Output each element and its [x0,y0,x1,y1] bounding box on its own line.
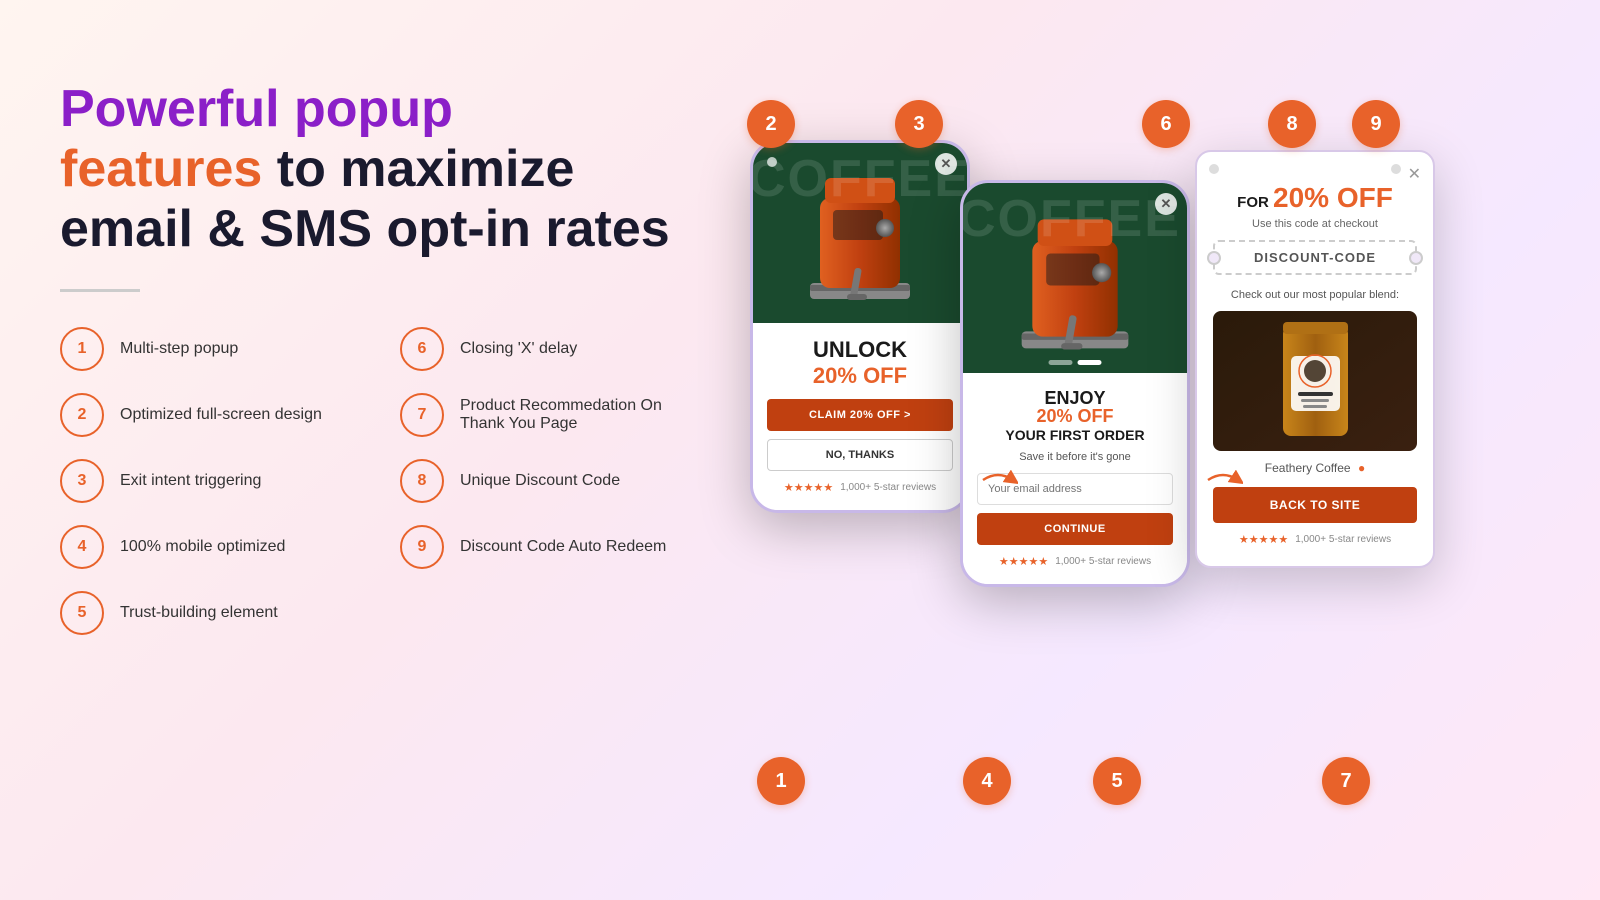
feature-number-5: 5 [60,591,104,635]
stars-row-2: ★★★★★ 1,000+ 5-star reviews [977,555,1173,568]
badge-2: 2 [747,100,795,148]
popup-1-image: COFFEE ✕ [753,143,967,323]
feature-number-6: 6 [400,327,444,371]
feature-item-1: 1 Multi-step popup [60,327,340,371]
left-panel: Powerful popup features to maximize emai… [60,80,680,635]
badge-9: 9 [1352,100,1400,148]
reviews-2: 1,000+ 5-star reviews [1055,556,1151,567]
popup-3: ✕ FOR 20% OFF Use this code at checkout … [1195,150,1435,568]
feathery-text: Feathery Coffee ● [1213,461,1417,475]
badge-6: 6 [1142,100,1190,148]
arrow-1 [978,460,1018,500]
feature-number-8: 8 [400,459,444,503]
feature-number-4: 4 [60,525,104,569]
features-grid: 1 Multi-step popup 6 Closing 'X' delay 2… [60,327,680,635]
feature-item-8: 8 Unique Discount Code [400,459,680,503]
badge-5: 5 [1093,757,1141,805]
popup-1-body: UNLOCK 20% OFF CLAIM 20% OFF > NO, THANK… [753,323,967,510]
feature-number-7: 7 [400,393,444,437]
headline-part3: to maximize [262,140,574,198]
feature-item-5: 5 Trust-building element [60,591,340,635]
feature-text-8: Unique Discount Code [460,472,620,490]
close-btn-3[interactable]: ✕ [1408,164,1421,184]
arrow-2 [1203,460,1243,500]
badge-4: 4 [963,757,1011,805]
popup-3-inner: ✕ FOR 20% OFF Use this code at checkout … [1195,150,1435,568]
popup3-use-text: Use this code at checkout [1213,218,1417,230]
feature-number-3: 3 [60,459,104,503]
claim-btn[interactable]: CLAIM 20% OFF > [767,399,953,431]
enjoy-text: ENJOY [977,389,1173,407]
feature-item-2: 2 Optimized full-screen design [60,393,340,437]
feature-text-4: 100% mobile optimized [120,538,285,556]
feature-text-5: Trust-building element [120,604,278,622]
popup-1-phone: COFFEE ✕ [750,140,970,513]
coffee-bag-img [1213,311,1417,451]
continue-btn[interactable]: CONTINUE [977,513,1173,545]
popup-2-image: COFFEE ✕ [963,183,1187,373]
feature-text-2: Optimized full-screen design [120,406,322,424]
feature-item-9: 9 Discount Code Auto Redeem [400,525,680,569]
feature-item-4: 4 100% mobile optimized [60,525,340,569]
feature-item-3: 3 Exit intent triggering [60,459,340,503]
badge-7: 7 [1322,757,1370,805]
badge-3: 3 [895,100,943,148]
popup-1-subtitle: 20% OFF [767,365,953,387]
feature-number-1: 1 [60,327,104,371]
badge-8: 8 [1268,100,1316,148]
stars-row-1: ★★★★★ 1,000+ 5-star reviews [767,481,953,494]
feature-text-6: Closing 'X' delay [460,340,577,358]
headline-part2: features [60,140,262,198]
dot-top-left-3 [1209,164,1219,174]
badge-1: 1 [757,757,805,805]
right-panel: 1 2 3 4 5 6 7 8 9 COFFEE ✕ [700,40,1560,860]
step-dots [1049,360,1102,365]
headline-part1: Powerful popup [60,80,453,138]
popup-2: COFFEE ✕ [960,180,1190,587]
popup3-discount: 20% OFF [1273,182,1393,213]
dot-top-left-1 [767,157,777,167]
coffee-bag-svg [1273,316,1358,446]
popup3-for: FOR 20% OFF [1213,182,1417,214]
reviews-1: 1,000+ 5-star reviews [840,482,936,493]
no-thanks-btn[interactable]: NO, THANKS [767,439,953,471]
close-btn-2[interactable]: ✕ [1155,193,1177,215]
feature-item-7: 7 Product Recommedation On Thank You Pag… [400,393,680,437]
popup-2-phone: COFFEE ✕ [960,180,1190,587]
discount-code-box: DISCOUNT-CODE [1213,240,1417,275]
feature-text-3: Exit intent triggering [120,472,261,490]
close-btn-1[interactable]: ✕ [935,153,957,175]
popup-1: COFFEE ✕ [750,140,970,513]
back-to-site-btn[interactable]: BACK TO SITE [1213,487,1417,523]
popup2-discount: 20% OFF [977,407,1173,425]
feature-number-2: 2 [60,393,104,437]
dot-code-right [1409,251,1423,265]
headline-part4: email & SMS opt-in rates [60,200,670,258]
divider [60,289,140,292]
feature-text-7: Product Recommedation On Thank You Page [460,397,680,433]
headline: Powerful popup features to maximize emai… [60,80,680,259]
dot-top-right-3 [1391,164,1401,174]
reviews-3: 1,000+ 5-star reviews [1295,534,1391,545]
feature-text-9: Discount Code Auto Redeem [460,538,666,556]
popular-text: Check out our most popular blend: [1213,289,1417,301]
feature-text-1: Multi-step popup [120,340,238,358]
feature-item-6: 6 Closing 'X' delay [400,327,680,371]
popup2-sub: YOUR FIRST ORDER [977,427,1173,443]
popup-1-title: UNLOCK [767,339,953,361]
dot-code-left [1207,251,1221,265]
feature-number-9: 9 [400,525,444,569]
stars-row-3: ★★★★★ 1,000+ 5-star reviews [1213,533,1417,546]
